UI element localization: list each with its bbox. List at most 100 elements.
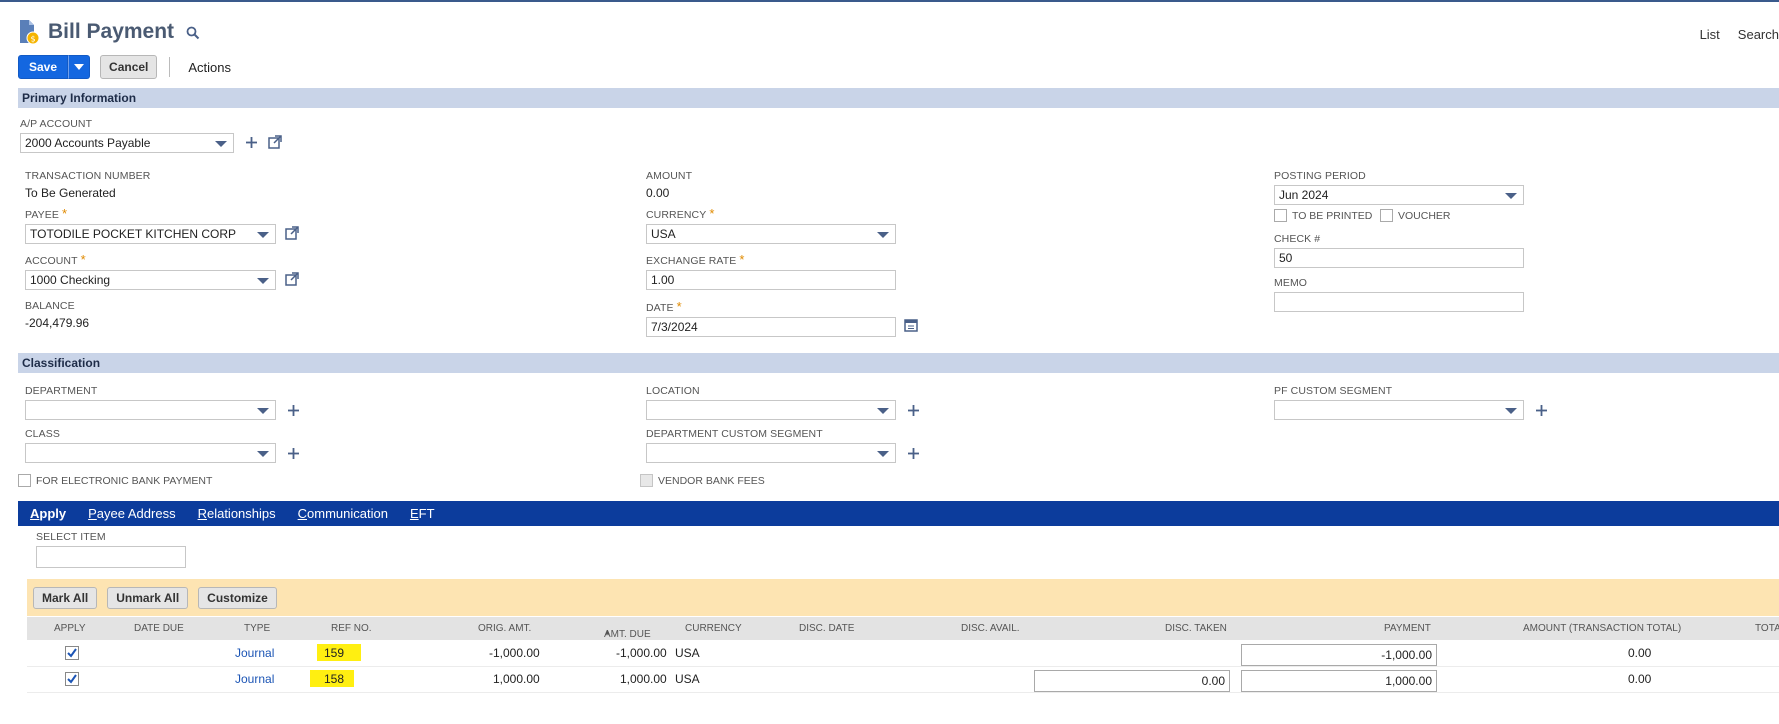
vendor-bank-fees-checkbox[interactable]: VENDOR BANK FEES — [640, 474, 765, 487]
apply-table-header: APPLY DATE DUE TYPE REF NO. ORIG. AMT. ▲… — [27, 617, 1779, 640]
voucher-checkbox[interactable]: VOUCHER — [1380, 209, 1451, 222]
department-custom-segment-plus-icon[interactable] — [907, 447, 920, 460]
col-date-due[interactable]: DATE DUE — [134, 623, 184, 634]
col-amount-transaction-total[interactable]: AMOUNT (TRANSACTION TOTAL) — [1523, 623, 1681, 634]
tab-payee-address[interactable]: Payee Address — [88, 506, 175, 521]
payee-select[interactable]: TOTODILE POCKET KITCHEN CORP — [25, 224, 276, 244]
exchange-rate-field: EXCHANGE RATE * 1.00 — [646, 253, 896, 290]
tab-apply[interactable]: Apply — [30, 506, 66, 521]
orig-amt: -1,000.00 — [489, 646, 540, 660]
apply-checkbox[interactable] — [65, 646, 79, 660]
memo-input[interactable] — [1274, 292, 1524, 312]
page-title: Bill Payment — [48, 20, 175, 43]
balance-field: BALANCE -204,479.96 — [25, 300, 89, 330]
department-plus-icon[interactable] — [287, 404, 300, 417]
select-item-input[interactable] — [36, 546, 186, 568]
payment-input[interactable]: -1,000.00 — [1241, 644, 1437, 666]
cancel-button[interactable]: Cancel — [100, 55, 158, 79]
payment-input[interactable]: 1,000.00 — [1241, 670, 1437, 692]
department-custom-segment-select[interactable] — [646, 443, 896, 463]
location-plus-icon[interactable] — [907, 404, 920, 417]
ap-account-select[interactable]: 2000 Accounts Payable — [20, 133, 234, 153]
save-button[interactable]: Save — [18, 55, 69, 79]
svg-text:$: $ — [30, 35, 35, 44]
tab-communication[interactable]: Communication — [298, 506, 388, 521]
amount-total: 0.00 — [1628, 672, 1652, 686]
class-field: CLASS — [25, 428, 276, 463]
payee-open-external-icon[interactable] — [285, 226, 299, 240]
chevron-down-icon — [215, 141, 227, 147]
balance-value: -204,479.96 — [25, 316, 90, 330]
col-type[interactable]: TYPE — [244, 623, 270, 634]
checkbox[interactable] — [1380, 209, 1393, 222]
posting-period-field: POSTING PERIOD Jun 2024 — [1274, 170, 1524, 205]
ap-account-actions — [245, 135, 282, 152]
search-link[interactable]: Search — [1738, 27, 1779, 42]
exchange-rate-input[interactable]: 1.00 — [646, 270, 896, 290]
col-disc-taken[interactable]: DISC. TAKEN — [1165, 623, 1227, 634]
class-select[interactable] — [25, 443, 276, 463]
electronic-bank-payment-checkbox[interactable]: FOR ELECTRONIC BANK PAYMENT — [18, 474, 212, 487]
account-open-external-icon[interactable] — [285, 272, 299, 286]
currency-select[interactable]: USA — [646, 224, 896, 244]
class-label: CLASS — [25, 428, 60, 440]
disc-taken-input[interactable]: 0.00 — [1034, 670, 1230, 692]
plus-icon[interactable] — [245, 136, 258, 152]
actions-menu[interactable]: Actions — [188, 60, 231, 75]
chevron-down-icon — [257, 232, 269, 238]
amount-field: AMOUNT 0.00 — [646, 170, 692, 200]
col-total[interactable]: TOTA — [1755, 623, 1779, 634]
checkbox[interactable] — [1274, 209, 1287, 222]
calendar-icon[interactable] — [904, 318, 918, 332]
col-payment[interactable]: PAYMENT — [1384, 623, 1431, 634]
pf-custom-segment-select[interactable] — [1274, 400, 1524, 420]
ap-account-value: 2000 Accounts Payable — [25, 136, 151, 150]
chevron-down-icon — [877, 232, 889, 238]
col-ref-no[interactable]: REF NO. — [331, 623, 372, 634]
col-disc-avail[interactable]: DISC. AVAIL. — [961, 623, 1020, 634]
customize-button[interactable]: Customize — [198, 586, 277, 609]
col-apply[interactable]: APPLY — [54, 623, 86, 634]
subtabs: Apply Payee Address Relationships Commun… — [18, 501, 1779, 526]
to-be-printed-label: TO BE PRINTED — [1292, 209, 1373, 222]
type-link[interactable]: Journal — [235, 672, 274, 686]
date-label: DATE * — [646, 299, 682, 314]
primary-information-header[interactable]: Primary Information — [18, 88, 1779, 108]
chevron-down-icon — [257, 278, 269, 284]
top-links: List Search — [1700, 27, 1779, 42]
tab-eft[interactable]: EFT — [410, 506, 435, 521]
apply-checkbox[interactable] — [65, 672, 79, 686]
location-field: LOCATION — [646, 385, 896, 420]
classification-header[interactable]: Classification — [18, 353, 1779, 373]
location-select[interactable] — [646, 400, 896, 420]
account-select[interactable]: 1000 Checking — [25, 270, 276, 290]
select-item-field: SELECT ITEM — [36, 531, 186, 568]
page-header: $ Bill Payment — [18, 18, 200, 46]
open-external-icon[interactable] — [268, 135, 282, 152]
unmark-all-button[interactable]: Unmark All — [107, 586, 189, 609]
checkbox[interactable] — [640, 474, 653, 487]
search-icon[interactable] — [186, 26, 200, 43]
col-currency[interactable]: CURRENCY — [685, 623, 742, 634]
mark-all-button[interactable]: Mark All — [33, 586, 98, 609]
to-be-printed-checkbox[interactable]: TO BE PRINTED — [1274, 209, 1372, 222]
col-orig-amt[interactable]: ORIG. AMT. — [478, 623, 531, 634]
list-link[interactable]: List — [1700, 27, 1720, 42]
toolbar-divider — [169, 57, 171, 77]
date-input[interactable]: 7/3/2024 — [646, 317, 896, 337]
posting-period-select[interactable]: Jun 2024 — [1274, 185, 1524, 205]
department-select[interactable] — [25, 400, 276, 420]
table-row: Journal 158 1,000.00 1,000.00 USA 0.00 1… — [27, 667, 1779, 693]
pf-custom-segment-plus-icon[interactable] — [1535, 404, 1548, 417]
class-plus-icon[interactable] — [287, 447, 300, 460]
col-disc-date[interactable]: DISC. DATE — [799, 623, 854, 634]
check-number-input[interactable]: 50 — [1274, 248, 1524, 268]
transaction-number-value: To Be Generated — [25, 186, 116, 200]
type-link[interactable]: Journal — [235, 646, 274, 660]
bill-payment-icon: $ — [18, 19, 40, 45]
ref-no: 158 — [324, 672, 345, 686]
checkbox[interactable] — [18, 474, 31, 487]
save-options-button[interactable] — [68, 55, 91, 79]
tab-relationships[interactable]: Relationships — [198, 506, 276, 521]
transaction-number-label: TRANSACTION NUMBER — [25, 170, 151, 182]
